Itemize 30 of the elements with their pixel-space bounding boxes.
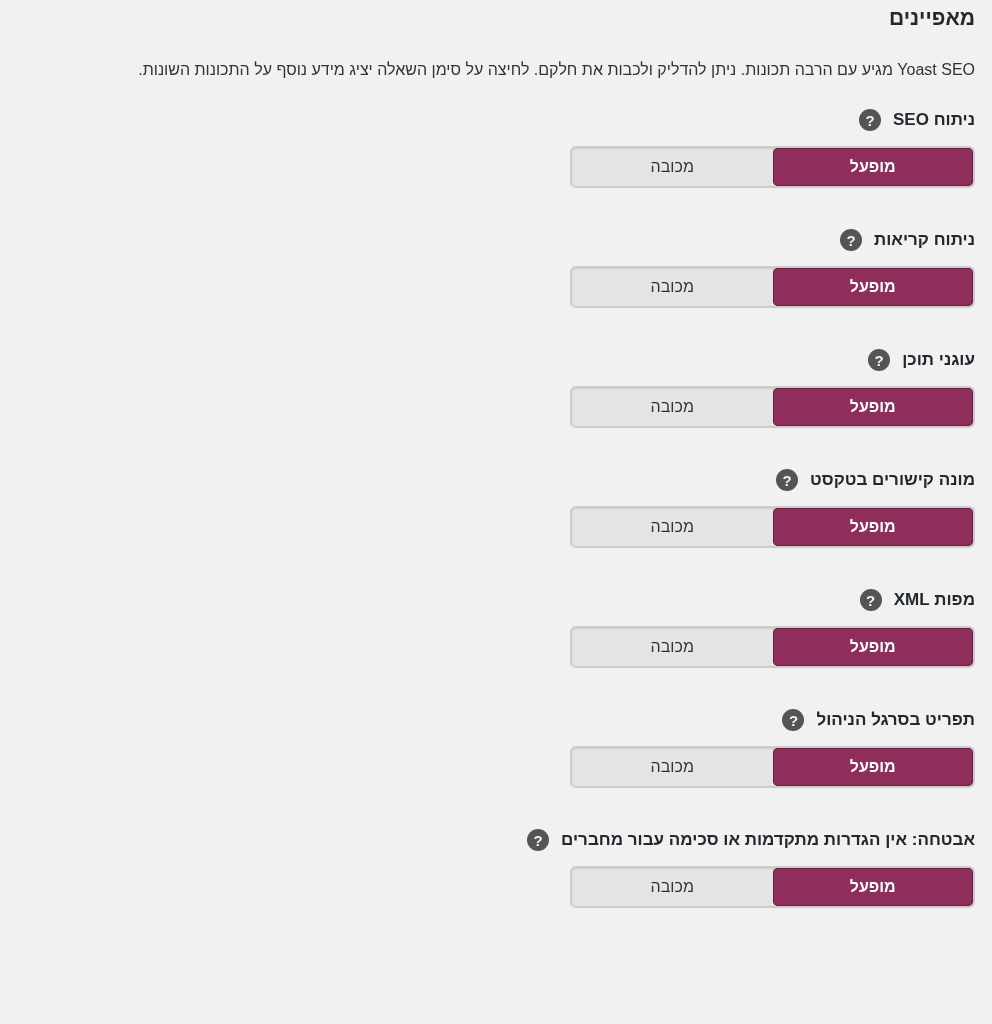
toggle-option[interactable]: מופעל	[772, 268, 973, 306]
section-heading: מאפיינים	[887, 6, 975, 30]
description-text: Yoast SEO מגיע עם הרבה תכונות. ניתן להדליק ולכבות את חלקם. לחיצה על סימן השאלה יציג מידע נוסף על התכונות השונות.	[137, 60, 975, 80]
feature-label: אבטחה: אין הגדרות מתקדמות או סכימה עבור מחברים	[561, 830, 975, 850]
feature-label: ניתוח SEO	[893, 110, 975, 130]
feature-label: מונה קישורים בטקסט	[810, 470, 975, 490]
toggle-option[interactable]: מכובה	[572, 388, 773, 426]
toggle-option[interactable]: מכובה	[572, 148, 773, 186]
toggle-option[interactable]: מופעל	[772, 628, 973, 666]
help-icon[interactable]: ?	[868, 349, 891, 371]
toggle-option[interactable]: מכובה	[572, 748, 773, 786]
help-icon[interactable]: ?	[782, 709, 805, 731]
toggle-option[interactable]: מכובה	[572, 508, 773, 546]
toggle-option[interactable]: מכובה	[572, 628, 773, 666]
feature-label: מפות XML	[893, 590, 975, 610]
toggle-option[interactable]: מופעל	[772, 508, 973, 546]
toggle-option[interactable]: מופעל	[772, 148, 973, 186]
toggle-option[interactable]: מכובה	[572, 268, 773, 306]
help-icon[interactable]: ?	[776, 469, 799, 491]
feature-label: עוגני תוכן	[902, 350, 975, 370]
help-icon[interactable]: ?	[527, 829, 550, 851]
help-icon[interactable]: ?	[859, 109, 881, 131]
feature-label: תפריט בסרגל הניהול	[816, 710, 975, 730]
toggle-option[interactable]: מופעל	[772, 868, 973, 906]
toggle-option[interactable]: מופעל	[772, 748, 973, 786]
toggle-option[interactable]: מכובה	[572, 868, 773, 906]
feature-label: ניתוח קריאות	[873, 230, 975, 250]
help-icon[interactable]: ?	[859, 589, 882, 611]
toggle-option[interactable]: מופעל	[772, 388, 973, 426]
help-icon[interactable]: ?	[839, 229, 862, 251]
